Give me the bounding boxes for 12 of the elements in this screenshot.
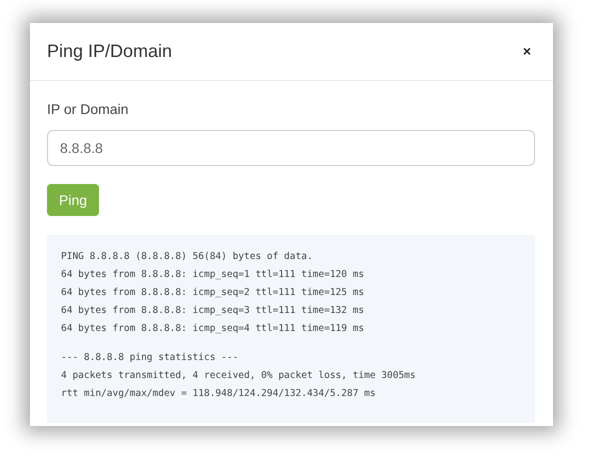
output-line: 4 packets transmitted, 4 received, 0% packet loss, time 3005ms xyxy=(61,369,417,383)
output-line: rtt min/avg/max/mdev = 118.948/124.294/132.434/5.287 ms xyxy=(61,387,377,401)
output-line: 64 bytes from 8.8.8.8: icmp_seq=1 ttl=111 time=120 ms xyxy=(61,268,366,282)
field-label: IP or Domain xyxy=(47,100,130,119)
input-field[interactable]: 8.8.8.8 xyxy=(47,130,535,166)
dialog-title: Ping IP/Domain xyxy=(47,40,172,63)
output-line: --- 8.8.8.8 ping statistics --- xyxy=(61,351,240,365)
close-button[interactable]: × xyxy=(522,41,531,62)
output-line: 64 bytes from 8.8.8.8: icmp_seq=2 ttl=111 time=125 ms xyxy=(61,286,366,300)
output-line: 64 bytes from 8.8.8.8: icmp_seq=4 ttl=111 time=119 ms xyxy=(61,322,366,336)
output-line: 64 bytes from 8.8.8.8: icmp_seq=3 ttl=111 time=132 ms xyxy=(61,304,366,318)
output-line: PING 8.8.8.8 (8.8.8.8) 56(84) bytes of data. xyxy=(61,250,314,264)
